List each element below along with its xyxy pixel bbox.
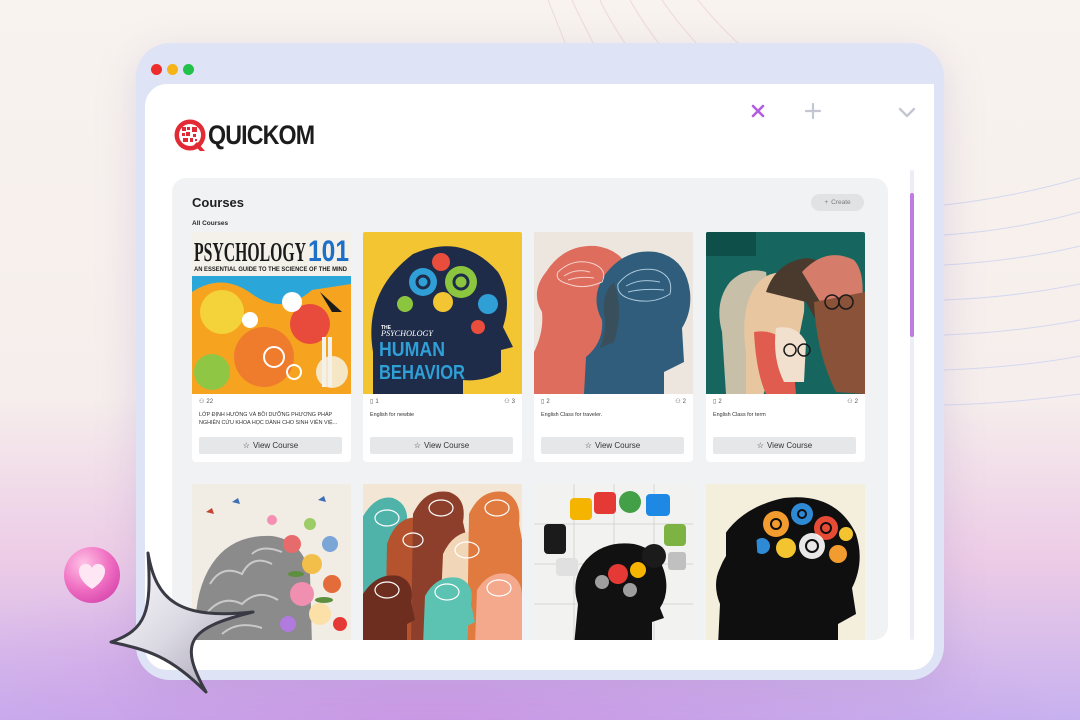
close-icon[interactable] [748, 101, 768, 121]
courses-panel: Courses All Courses + Create PSYCHOLOGY … [172, 178, 888, 640]
book-icon: ▯ [713, 399, 717, 405]
course-card[interactable] [534, 484, 693, 640]
course-meta: ▯ 2 ⚇ 2 [713, 398, 858, 408]
users-icon: ⚇ [504, 399, 510, 405]
sparkle-icon [109, 551, 255, 694]
course-cover: THE PSYCHOLOGY HUMAN BEHAVIOR [363, 232, 522, 394]
course-description: English Class for traveler. [541, 412, 603, 418]
course-meta: ▯ 1 ⚇ 3 [370, 398, 515, 408]
course-meta: ▯ 2 ⚇ 2 [541, 398, 686, 408]
minimize-dot[interactable] [167, 64, 178, 75]
colorful-heads-cover [363, 484, 522, 640]
star-icon: ☆ [413, 441, 421, 450]
course-cover [534, 484, 693, 640]
two-heads-cover [534, 232, 693, 394]
brand-name: QUICKOM [208, 119, 315, 150]
members-count: ⚇ 2 [675, 398, 686, 406]
section-label: All Courses [192, 220, 229, 227]
course-meta: ⚇ 22 [199, 398, 344, 408]
course-cover: PSYCHOLOGY 101 AN ESSENTIAL GUIDE TO THE… [192, 232, 351, 394]
members-count: ⚇ 3 [504, 398, 515, 406]
cover-number: 101 [308, 235, 349, 268]
scrollbar-thumb[interactable] [910, 193, 914, 337]
users-icon: ⚇ [675, 399, 681, 405]
users-icon: ⚇ [847, 399, 853, 405]
course-cover [534, 232, 693, 394]
course-card[interactable]: ▯ 2 ⚇ 2 English Class for term ☆ View Co… [706, 232, 865, 462]
quickom-logo-icon [174, 119, 206, 151]
create-label: Create [831, 199, 851, 206]
members-count: ⚇ 22 [199, 398, 214, 406]
view-course-button[interactable]: ☆ View Course [541, 437, 684, 454]
course-card[interactable] [363, 484, 522, 640]
course-cover [706, 232, 865, 394]
window-controls [151, 64, 194, 75]
course-description: LỚP ĐỊNH HƯỚNG VÀ BỒI DƯỠNG PHƯƠNG PHÁP … [199, 412, 338, 426]
brand-logo[interactable]: QUICKOM [173, 118, 332, 152]
svg-text:BEHAVIOR: BEHAVIOR [379, 362, 465, 384]
users-icon: ⚇ [199, 399, 205, 405]
svg-text:HUMAN: HUMAN [379, 339, 445, 361]
star-icon: ☆ [584, 441, 592, 450]
chevron-down-icon[interactable] [896, 102, 918, 122]
lessons-count: ▯ 1 [370, 398, 379, 406]
gears-icons-head-cover [534, 484, 693, 640]
book-icon: ▯ [370, 399, 374, 405]
course-card[interactable]: THE PSYCHOLOGY HUMAN BEHAVIOR ▯ 1 ⚇ 3 En… [363, 232, 522, 462]
plus-icon: + [824, 199, 829, 206]
course-description: English Class for term [713, 412, 766, 418]
course-cover [706, 484, 865, 640]
psychology-101-cover: PSYCHOLOGY 101 AN ESSENTIAL GUIDE TO THE… [192, 232, 351, 394]
maximize-dot[interactable] [183, 64, 194, 75]
lessons-count: ▯ 2 [713, 398, 722, 406]
lessons-count: ▯ 2 [541, 398, 550, 406]
create-button[interactable]: + Create [811, 194, 864, 211]
cover-title: PSYCHOLOGY [194, 237, 306, 267]
course-card[interactable]: PSYCHOLOGY 101 AN ESSENTIAL GUIDE TO THE… [192, 232, 351, 462]
course-card[interactable] [706, 484, 865, 640]
course-cover [363, 484, 522, 640]
svg-text:PSYCHOLOGY: PSYCHOLOGY [380, 329, 435, 338]
view-course-button[interactable]: ☆ View Course [370, 437, 513, 454]
view-course-button[interactable]: ☆ View Course [713, 437, 856, 454]
close-dot[interactable] [151, 64, 162, 75]
view-course-button[interactable]: ☆ View Course [199, 437, 342, 454]
course-card[interactable]: ▯ 2 ⚇ 2 English Class for traveler. ☆ Vi… [534, 232, 693, 462]
page-title: Courses [192, 195, 245, 210]
gear-brain-silhouette-cover [706, 484, 865, 640]
book-icon: ▯ [541, 399, 545, 405]
cover-subtitle: AN ESSENTIAL GUIDE TO THE SCIENCE OF THE… [194, 267, 348, 273]
members-count: ⚇ 2 [847, 398, 858, 406]
star-icon: ☆ [242, 441, 250, 450]
plus-icon[interactable] [803, 101, 823, 121]
faces-collage-cover [706, 232, 865, 394]
course-description: English for newbie [370, 412, 415, 418]
human-behavior-cover: THE PSYCHOLOGY HUMAN BEHAVIOR [363, 232, 522, 394]
star-icon: ☆ [756, 441, 764, 450]
